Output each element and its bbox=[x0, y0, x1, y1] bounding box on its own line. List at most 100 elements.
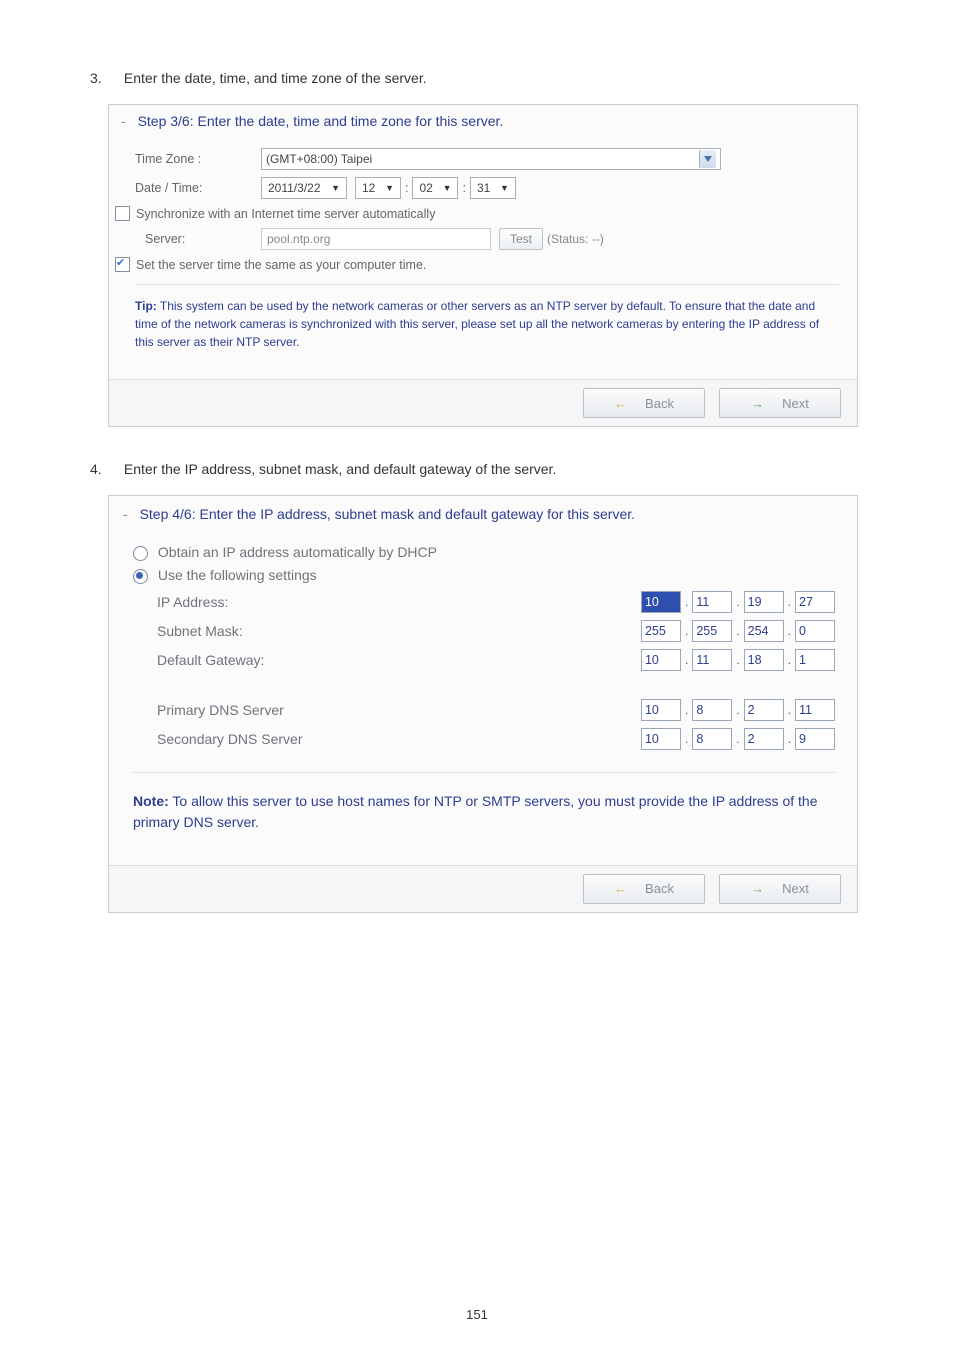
next-button[interactable]: → Next bbox=[719, 874, 841, 904]
next-button[interactable]: → Next bbox=[719, 388, 841, 418]
date-value: 2011/3/22 bbox=[268, 181, 321, 195]
ip-octet-3[interactable] bbox=[744, 591, 784, 613]
caret-down-icon: ▼ bbox=[331, 183, 340, 193]
dns1-octet-4[interactable] bbox=[795, 699, 835, 721]
chevron-down-icon bbox=[699, 150, 716, 168]
dot: . bbox=[685, 595, 688, 609]
note-text: To allow this server to use host names f… bbox=[133, 793, 817, 830]
step4-nav: ← Back → Next bbox=[109, 865, 857, 912]
hour-value: 12 bbox=[362, 181, 375, 195]
minute-value: 02 bbox=[419, 181, 432, 195]
static-option[interactable]: Use the following settings bbox=[133, 567, 835, 584]
server-status: (Status: --) bbox=[547, 232, 604, 246]
step4-text: Enter the IP address, subnet mask, and d… bbox=[124, 461, 556, 477]
dns2-octet-4[interactable] bbox=[795, 728, 835, 750]
tip-text: This system can be used by the network c… bbox=[135, 299, 819, 349]
dot: . bbox=[685, 624, 688, 638]
caret-down-icon: ▼ bbox=[443, 183, 452, 193]
server-label: Server: bbox=[145, 232, 261, 246]
step3-nav: ← Back → Next bbox=[109, 379, 857, 426]
gw-octet-3[interactable] bbox=[744, 649, 784, 671]
caret-down-icon: ▼ bbox=[500, 183, 509, 193]
date-select[interactable]: 2011/3/22 ▼ bbox=[261, 177, 347, 199]
ip-input-group: . . . bbox=[641, 591, 835, 613]
note-block: Note: To allow this server to use host n… bbox=[133, 785, 835, 853]
arrow-left-icon: ← bbox=[614, 396, 627, 411]
dns1-octet-3[interactable] bbox=[744, 699, 784, 721]
dhcp-option[interactable]: Obtain an IP address automatically by DH… bbox=[133, 544, 835, 561]
gw-octet-1[interactable] bbox=[641, 649, 681, 671]
dns1-input-group: . . . bbox=[641, 699, 835, 721]
radio-static[interactable] bbox=[133, 569, 148, 584]
tip-block: Tip: This system can be used by the netw… bbox=[135, 297, 839, 365]
ip-label: IP Address: bbox=[157, 594, 228, 610]
step4-title-row: - Step 4/6: Enter the IP address, subnet… bbox=[109, 496, 857, 532]
dash-icon: - bbox=[121, 113, 126, 129]
arrow-left-icon: ← bbox=[614, 881, 627, 896]
radio-dhcp[interactable] bbox=[133, 546, 148, 561]
timezone-value: (GMT+08:00) Taipei bbox=[266, 152, 372, 166]
dot: . bbox=[685, 703, 688, 717]
mask-octet-1[interactable] bbox=[641, 620, 681, 642]
dot: . bbox=[788, 624, 791, 638]
dns2-input-group: . . . bbox=[641, 728, 835, 750]
hour-select[interactable]: 12 ▼ bbox=[355, 177, 401, 199]
dns2-octet-1[interactable] bbox=[641, 728, 681, 750]
step3-text: Enter the date, time, and time zone of t… bbox=[124, 70, 427, 86]
mask-octet-4[interactable] bbox=[795, 620, 835, 642]
step3-instruction: 3. Enter the date, time, and time zone o… bbox=[90, 70, 858, 86]
dot: . bbox=[788, 732, 791, 746]
sync-checkbox[interactable] bbox=[115, 206, 130, 221]
note-label: Note: bbox=[133, 793, 169, 809]
time-sep: : bbox=[462, 181, 465, 195]
gw-label: Default Gateway: bbox=[157, 652, 264, 668]
mask-octet-3[interactable] bbox=[744, 620, 784, 642]
mask-input-group: . . . bbox=[641, 620, 835, 642]
sameas-checkbox[interactable] bbox=[115, 257, 130, 272]
test-button[interactable]: Test bbox=[499, 228, 543, 250]
next-label: Next bbox=[782, 881, 809, 896]
time-sep: : bbox=[405, 181, 408, 195]
step3-number: 3. bbox=[90, 70, 120, 86]
sync-label: Synchronize with an Internet time server… bbox=[136, 207, 435, 221]
page-number: 151 bbox=[0, 1307, 954, 1322]
dhcp-label: Obtain an IP address automatically by DH… bbox=[158, 544, 437, 560]
gw-input-group: . . . bbox=[641, 649, 835, 671]
mask-label: Subnet Mask: bbox=[157, 623, 243, 639]
tip-label: Tip: bbox=[135, 299, 157, 313]
back-label: Back bbox=[645, 881, 674, 896]
dash-icon: - bbox=[123, 506, 128, 522]
mask-octet-2[interactable] bbox=[692, 620, 732, 642]
ip-octet-1[interactable] bbox=[641, 591, 681, 613]
dot: . bbox=[736, 653, 739, 667]
dns1-label: Primary DNS Server bbox=[157, 702, 284, 718]
dns2-octet-3[interactable] bbox=[744, 728, 784, 750]
dot: . bbox=[736, 624, 739, 638]
dns2-label: Secondary DNS Server bbox=[157, 731, 303, 747]
second-select[interactable]: 31 ▼ bbox=[470, 177, 516, 199]
step4-number: 4. bbox=[90, 461, 120, 477]
dot: . bbox=[736, 703, 739, 717]
dns1-octet-2[interactable] bbox=[692, 699, 732, 721]
dns1-octet-1[interactable] bbox=[641, 699, 681, 721]
timezone-label: Time Zone : bbox=[135, 152, 261, 166]
step4-instruction: 4. Enter the IP address, subnet mask, an… bbox=[90, 461, 858, 477]
ip-octet-4[interactable] bbox=[795, 591, 835, 613]
ip-octet-2[interactable] bbox=[692, 591, 732, 613]
next-label: Next bbox=[782, 396, 809, 411]
static-label: Use the following settings bbox=[158, 567, 317, 583]
timezone-select[interactable]: (GMT+08:00) Taipei bbox=[261, 148, 721, 170]
gw-octet-4[interactable] bbox=[795, 649, 835, 671]
datetime-label: Date / Time: bbox=[135, 181, 261, 195]
arrow-right-icon: → bbox=[751, 396, 764, 411]
step4-title: Step 4/6: Enter the IP address, subnet m… bbox=[140, 506, 635, 522]
step4-panel: - Step 4/6: Enter the IP address, subnet… bbox=[108, 495, 858, 913]
server-input[interactable] bbox=[261, 228, 491, 250]
divider bbox=[135, 284, 839, 285]
back-button[interactable]: ← Back bbox=[583, 874, 705, 904]
gw-octet-2[interactable] bbox=[692, 649, 732, 671]
back-button[interactable]: ← Back bbox=[583, 388, 705, 418]
minute-select[interactable]: 02 ▼ bbox=[412, 177, 458, 199]
step3-title-row: - Step 3/6: Enter the date, time and tim… bbox=[109, 105, 857, 137]
dns2-octet-2[interactable] bbox=[692, 728, 732, 750]
